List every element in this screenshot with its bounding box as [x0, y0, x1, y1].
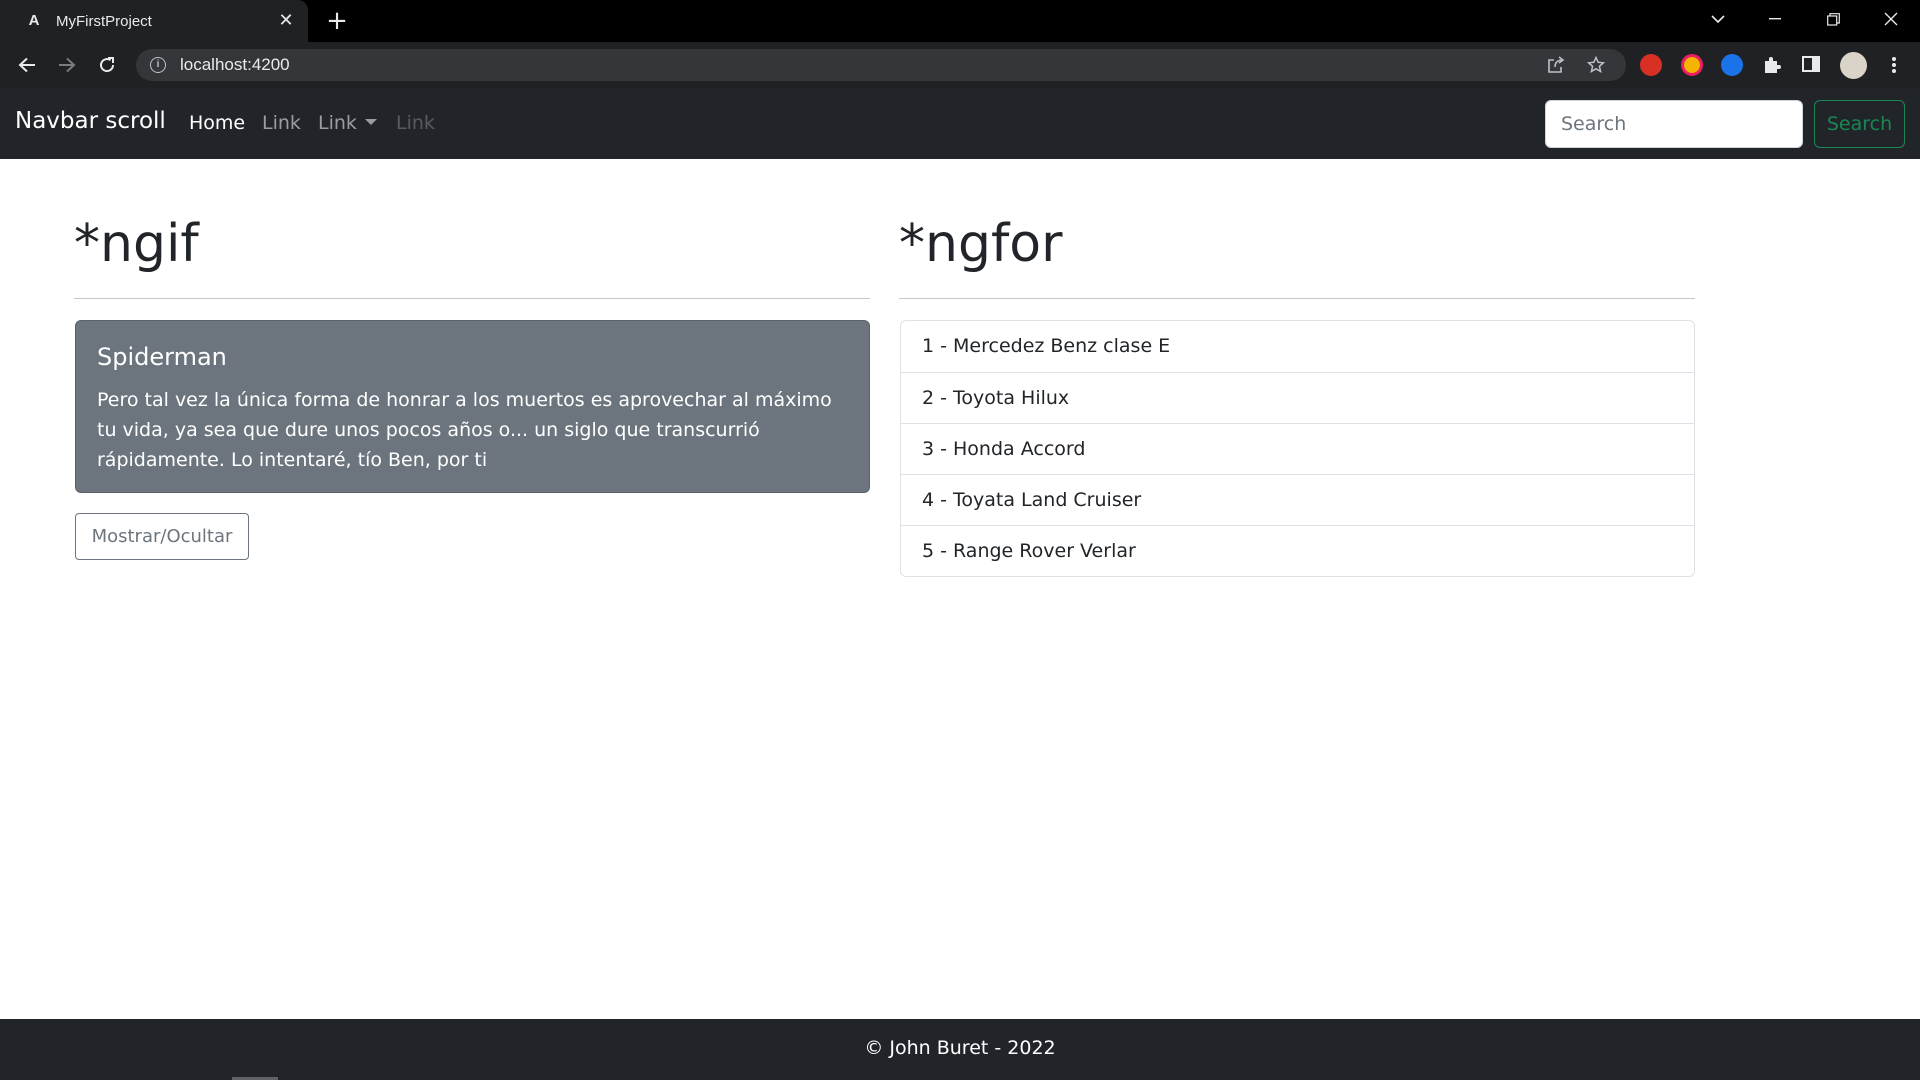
new-tab-icon[interactable]: + [324, 8, 350, 34]
browser-tab[interactable]: A MyFirstProject ✕ [0, 0, 308, 42]
footer-copyright: © John Buret - 2022 [864, 1037, 1056, 1059]
puzzle-icon[interactable] [1761, 54, 1783, 76]
list-item: 5 - Range Rover Verlar [901, 525, 1694, 576]
address-bar[interactable]: i localhost:4200 [136, 49, 1626, 81]
minimize-icon[interactable] [1752, 0, 1798, 38]
close-tab-icon[interactable]: ✕ [276, 11, 296, 31]
show-hide-button[interactable]: Mostrar/Ocultar [75, 513, 249, 560]
tab-search-icon[interactable] [1695, 0, 1741, 38]
nav-dropdown-link[interactable]: Link [318, 112, 377, 134]
kebab-menu-icon[interactable] [1883, 54, 1905, 76]
nav-dropdown-label: Link [318, 112, 357, 134]
side-panel-icon[interactable] [1801, 54, 1823, 76]
forward-arrow-icon[interactable] [53, 51, 81, 79]
caret-down-icon [364, 118, 377, 125]
close-window-icon[interactable] [1868, 0, 1914, 38]
car-list: 1 - Mercedez Benz clase E 2 - Toyota Hil… [900, 320, 1695, 577]
red-hand-extension-icon[interactable] [1640, 54, 1662, 76]
divider [74, 298, 870, 299]
navbar-brand[interactable]: Navbar scroll [15, 108, 166, 134]
ngfor-heading: *ngfor [899, 214, 1063, 274]
page-footer: © John Buret - 2022 [0, 1019, 1920, 1080]
ngif-heading: *ngif [74, 214, 199, 274]
reload-icon[interactable] [93, 51, 121, 79]
blue-s-extension-icon[interactable] [1721, 54, 1743, 76]
alert-text: Pero tal vez la única forma de honrar a … [97, 389, 832, 471]
nav-link-disabled: Link [396, 112, 435, 134]
list-item: 1 - Mercedez Benz clase E [922, 335, 1171, 357]
angular-logo-icon: A [28, 12, 40, 29]
spiderman-alert: Spiderman Pero tal vez la única forma de… [75, 320, 870, 493]
url-text: localhost:4200 [180, 55, 290, 74]
share-icon[interactable] [1546, 55, 1566, 75]
restore-icon[interactable] [1810, 0, 1856, 38]
search-button[interactable]: Search [1814, 100, 1905, 148]
avatar[interactable] [1840, 52, 1867, 79]
nav-link-home[interactable]: Home [189, 112, 245, 134]
back-arrow-icon[interactable] [13, 51, 41, 79]
nav-link[interactable]: Link [262, 112, 301, 134]
divider [899, 298, 1695, 299]
page-navbar: Navbar scroll Home Link Link Link Search [0, 88, 1920, 159]
search-input[interactable] [1545, 100, 1803, 148]
list-item: 3 - Honda Accord [901, 423, 1694, 474]
tab-title: MyFirstProject [56, 12, 152, 30]
browser-toolbar: i localhost:4200 [0, 42, 1920, 88]
bookmark-star-icon[interactable] [1586, 55, 1606, 75]
alert-title: Spiderman [97, 343, 227, 371]
yellow-pink-extension-icon[interactable] [1681, 54, 1703, 76]
site-info-icon[interactable]: i [150, 57, 166, 73]
browser-tab-strip: A MyFirstProject ✕ + [0, 0, 1920, 42]
list-item: 4 - Toyata Land Cruiser [901, 474, 1694, 525]
list-item: 2 - Toyota Hilux [901, 372, 1694, 423]
